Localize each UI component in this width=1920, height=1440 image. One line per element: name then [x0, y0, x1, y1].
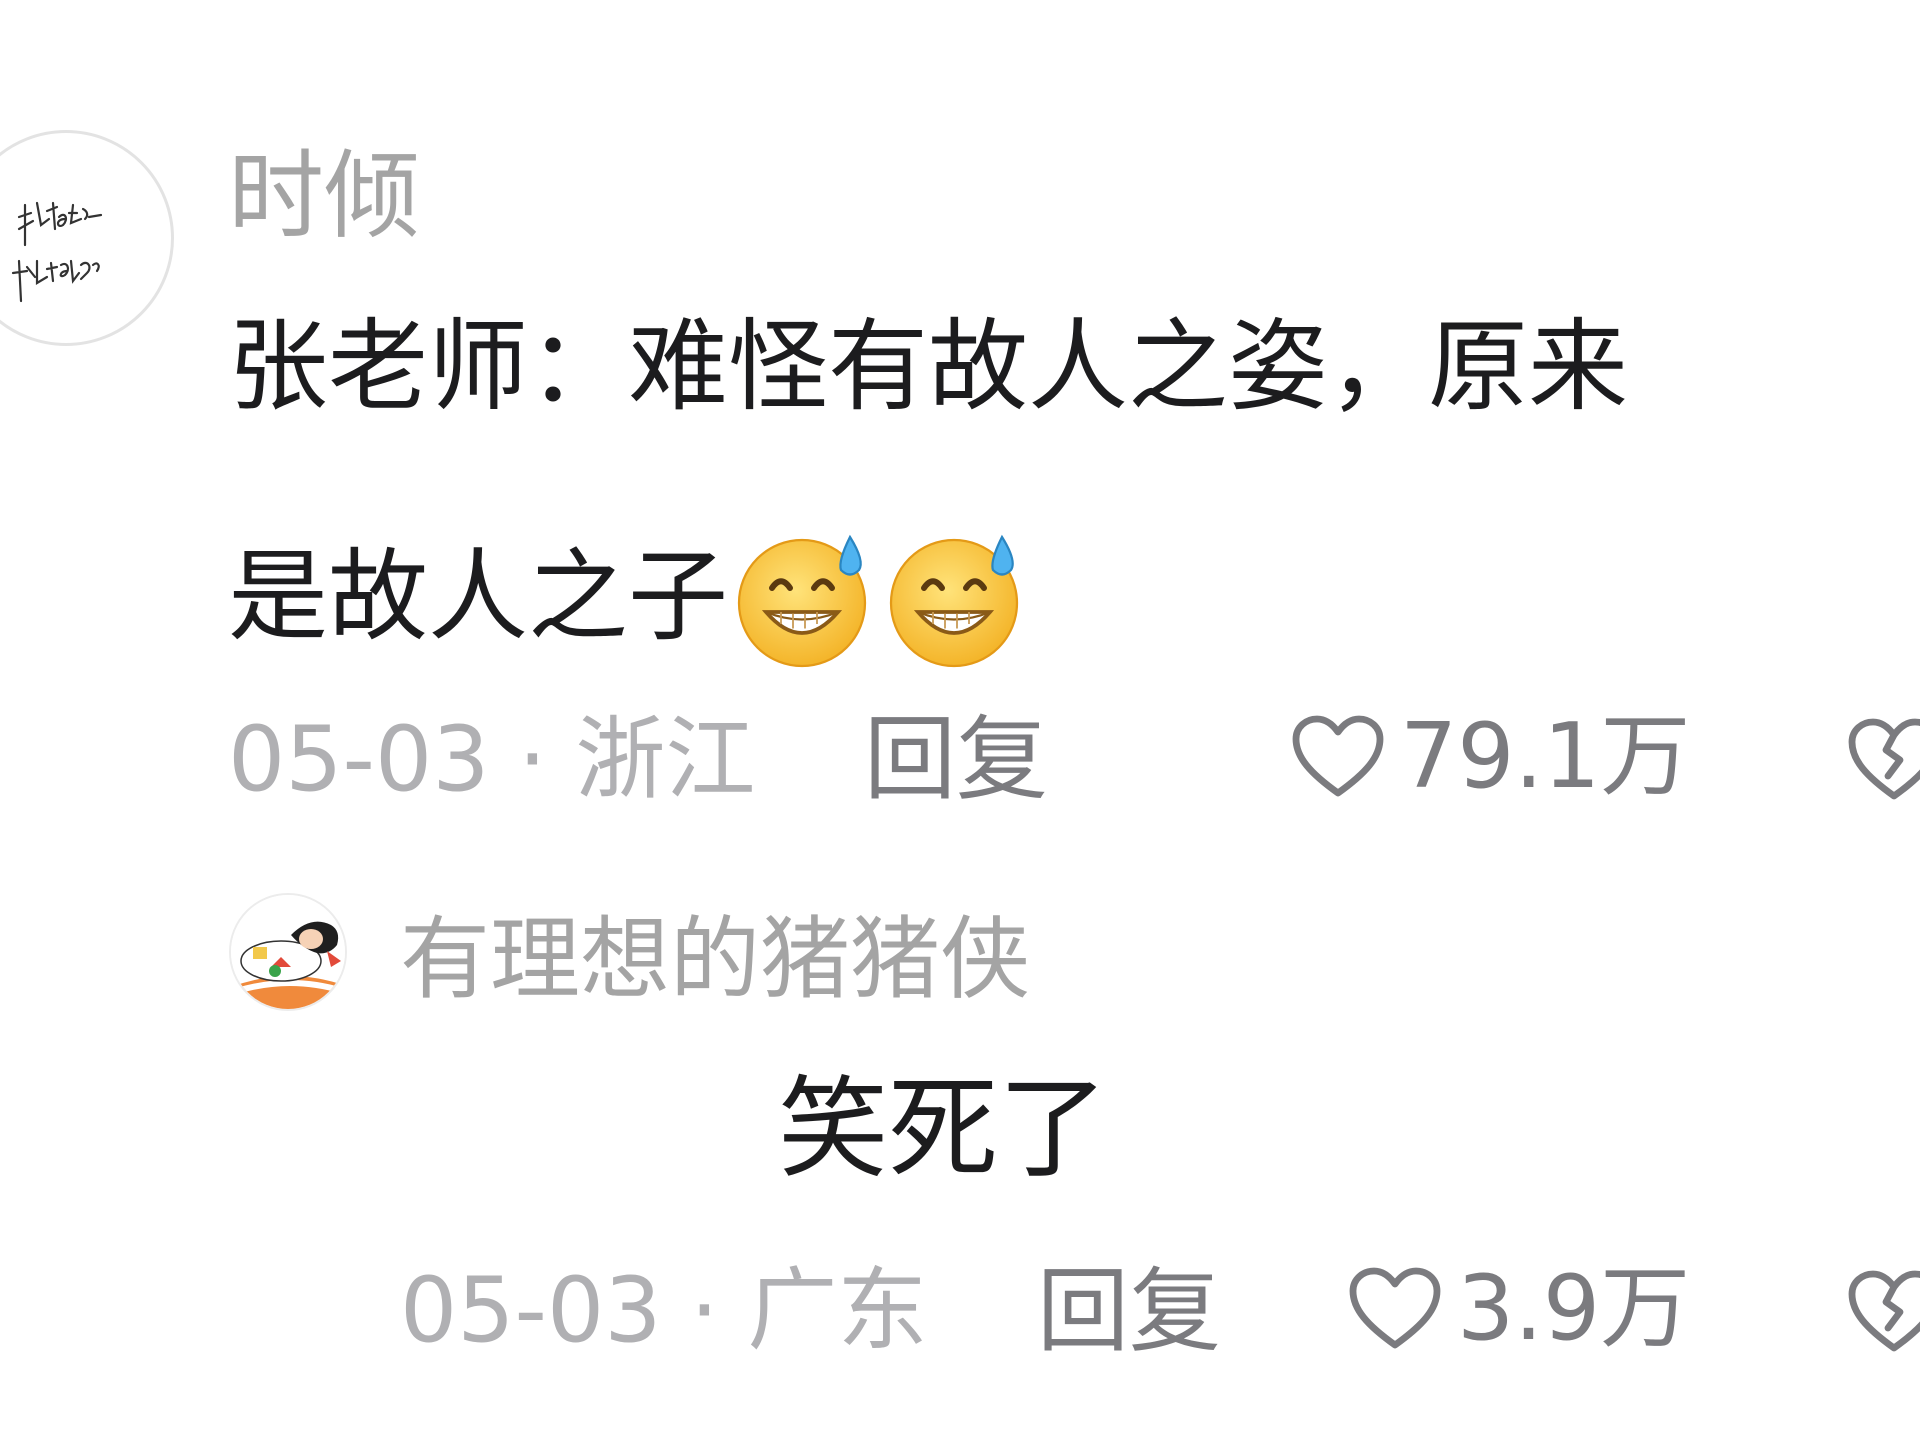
reply-button[interactable]: 回复 — [864, 714, 1048, 806]
like-button[interactable]: 79.1万 — [1290, 712, 1690, 802]
broken-heart-icon — [1848, 718, 1920, 800]
reply-button[interactable]: 回复 — [1037, 1266, 1221, 1358]
heart-icon — [1349, 1267, 1441, 1349]
like-button[interactable]: 3.9万 — [1347, 1264, 1690, 1354]
reply-text: 笑死了 — [778, 1065, 1108, 1193]
commenter-username[interactable]: 时倾 — [228, 148, 420, 244]
like-count: 3.9万 — [1457, 1256, 1691, 1361]
grin-sweat-emoji-icon — [889, 534, 1019, 668]
comment-date-location: 05-03 · 浙江 — [228, 707, 756, 812]
comment-text-line2-text: 是故人之子 — [228, 538, 728, 655]
comment-text-line1: 张老师：难怪有故人之姿，原来 — [228, 308, 1628, 425]
handwritten-avatar-icon — [11, 201, 103, 303]
grin-sweat-emoji-icon — [737, 534, 867, 668]
replier-username[interactable]: 有理想的猪猪侠 — [400, 915, 1030, 1005]
cartoon-avatar-icon — [231, 895, 345, 1009]
like-count: 79.1万 — [1400, 704, 1691, 809]
dislike-button[interactable] — [1846, 716, 1920, 808]
heart-icon — [1292, 715, 1384, 797]
replier-avatar[interactable] — [229, 893, 347, 1011]
reply-date-location: 05-03 · 广东 — [400, 1258, 928, 1363]
comment-text-line2: 是故人之子 — [228, 522, 1032, 672]
dislike-button[interactable] — [1846, 1268, 1920, 1360]
commenter-avatar[interactable] — [0, 130, 174, 346]
broken-heart-icon — [1848, 1270, 1920, 1352]
